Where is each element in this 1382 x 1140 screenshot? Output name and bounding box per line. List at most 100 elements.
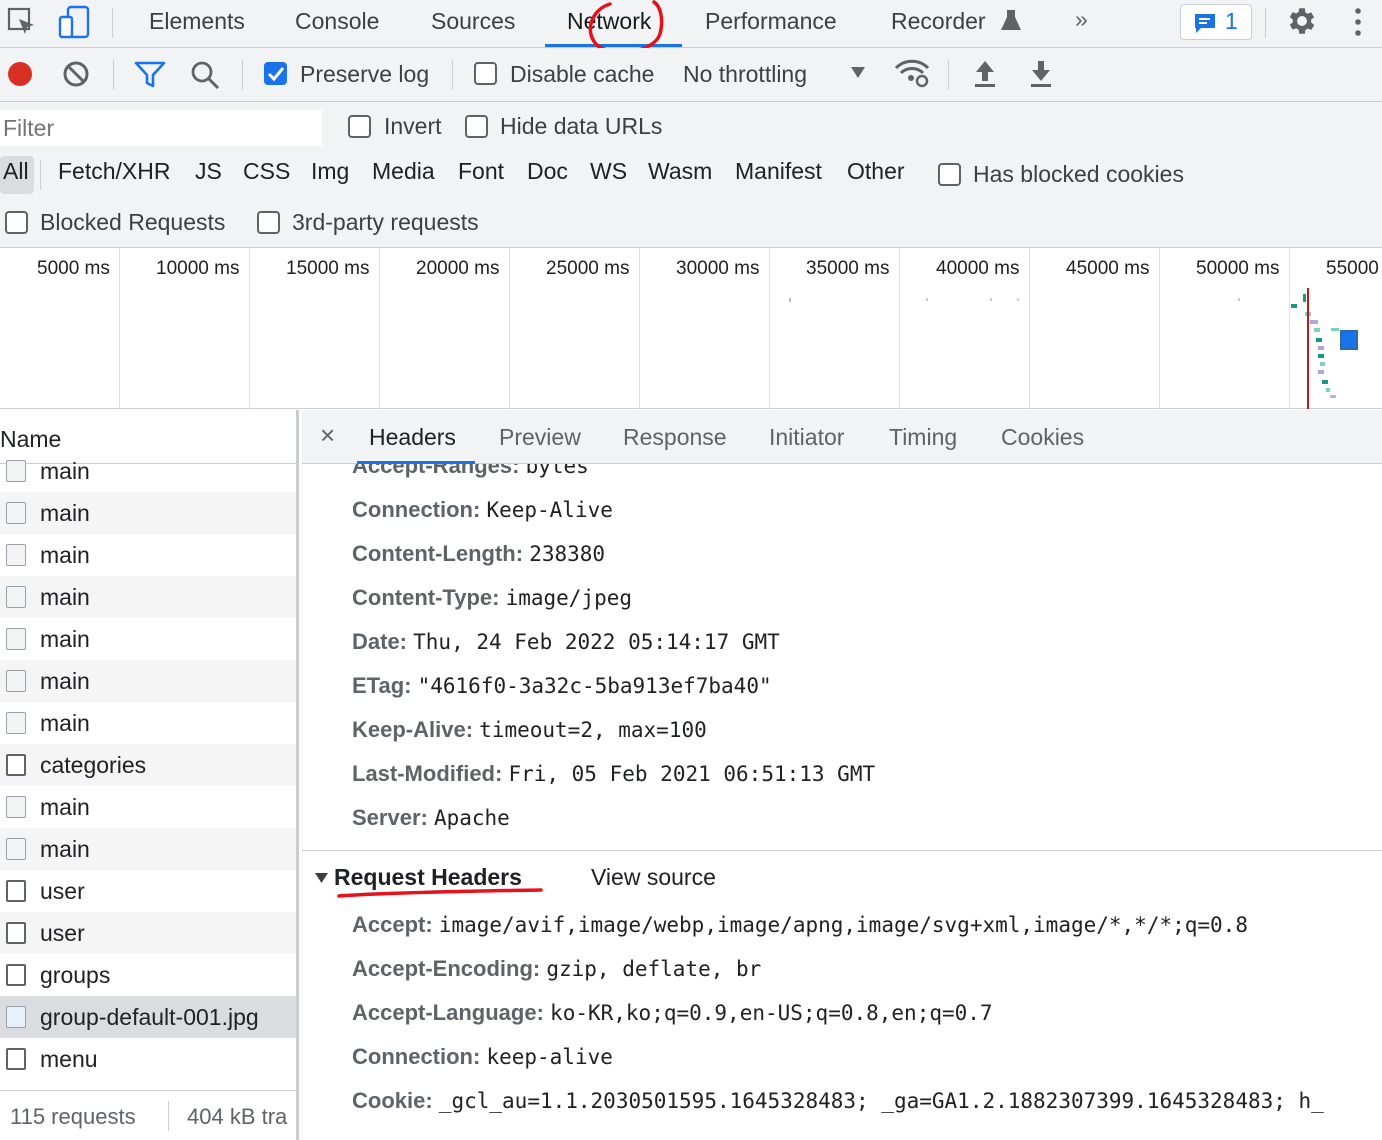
header-value: Keep-Alive bbox=[486, 498, 613, 522]
tab-headers[interactable]: Headers bbox=[369, 424, 456, 451]
tick-label: 25000 ms bbox=[546, 258, 630, 279]
has-blocked-cookies-checkbox[interactable] bbox=[938, 163, 961, 186]
has-blocked-cookies-label[interactable]: Has blocked cookies bbox=[973, 161, 1184, 188]
tab-elements[interactable]: Elements bbox=[149, 8, 245, 35]
more-options-icon[interactable] bbox=[1350, 6, 1366, 38]
request-row[interactable]: user bbox=[0, 870, 296, 912]
document-icon bbox=[6, 1048, 26, 1070]
third-party-checkbox[interactable] bbox=[257, 211, 280, 234]
issues-badge[interactable]: 1 bbox=[1180, 4, 1252, 40]
type-filter-manifest[interactable]: Manifest bbox=[735, 158, 822, 185]
more-tabs-icon[interactable]: » bbox=[1075, 6, 1088, 33]
tab-recorder[interactable]: Recorder bbox=[891, 8, 986, 35]
throttling-select[interactable]: No throttling bbox=[683, 61, 807, 88]
tab-timing[interactable]: Timing bbox=[889, 424, 957, 451]
waterfall-mark bbox=[1291, 304, 1297, 308]
name-column-label: Name bbox=[0, 426, 62, 452]
document-icon bbox=[6, 754, 26, 776]
invert-checkbox[interactable] bbox=[348, 115, 371, 138]
request-name: menu bbox=[40, 1046, 98, 1072]
headers-scroll-area[interactable]: Accept-Ranges: bytes Connection: Keep-Ali… bbox=[302, 464, 1382, 1140]
type-filter-js[interactable]: JS bbox=[195, 158, 222, 185]
filter-icon[interactable] bbox=[134, 60, 166, 90]
view-source-link[interactable]: View source bbox=[591, 864, 716, 891]
type-filter-img[interactable]: Img bbox=[311, 158, 349, 185]
request-row[interactable]: main bbox=[0, 660, 296, 702]
request-row[interactable]: main bbox=[0, 786, 296, 828]
waterfall-mark bbox=[1318, 346, 1324, 350]
request-row[interactable]: categories bbox=[0, 744, 296, 786]
type-filter-font[interactable]: Font bbox=[458, 158, 504, 185]
header-value: 238380 bbox=[529, 542, 606, 566]
search-icon[interactable] bbox=[190, 60, 222, 92]
expand-triangle-icon[interactable] bbox=[314, 871, 330, 885]
blocked-requests-checkbox[interactable] bbox=[5, 211, 28, 234]
section-divider bbox=[302, 850, 1382, 851]
type-filter-media[interactable]: Media bbox=[372, 158, 435, 185]
request-row[interactable]: main bbox=[0, 702, 296, 744]
waterfall-mark bbox=[1017, 298, 1019, 301]
header-line: Server: Apache bbox=[352, 805, 510, 831]
request-count: 115 requests bbox=[10, 1104, 136, 1129]
request-name: main bbox=[40, 458, 90, 484]
hide-data-urls-label[interactable]: Hide data URLs bbox=[500, 113, 662, 140]
disable-cache-label[interactable]: Disable cache bbox=[510, 61, 654, 88]
waterfall-mark bbox=[1318, 354, 1324, 358]
import-har-icon[interactable] bbox=[972, 58, 998, 90]
network-overview[interactable]: 5000 ms 10000 ms 15000 ms 20000 ms 25000… bbox=[0, 248, 1382, 409]
disable-cache-checkbox[interactable] bbox=[474, 62, 497, 85]
request-row[interactable]: main bbox=[0, 534, 296, 576]
tab-initiator[interactable]: Initiator bbox=[769, 424, 844, 451]
request-row[interactable]: main bbox=[0, 576, 296, 618]
request-row[interactable]: main bbox=[0, 828, 296, 870]
device-toolbar-icon[interactable] bbox=[58, 5, 92, 39]
record-button[interactable] bbox=[6, 60, 36, 90]
blocked-requests-label[interactable]: Blocked Requests bbox=[40, 209, 225, 236]
request-name: main bbox=[40, 710, 90, 736]
request-row[interactable]: main bbox=[0, 618, 296, 660]
type-filter-other[interactable]: Other bbox=[847, 158, 905, 185]
tab-console[interactable]: Console bbox=[295, 8, 379, 35]
request-row[interactable]: group-default-001.jpg bbox=[0, 996, 296, 1038]
type-filter-fetch-xhr[interactable]: Fetch/XHR bbox=[58, 158, 170, 185]
clear-icon[interactable] bbox=[62, 60, 92, 90]
tab-response[interactable]: Response bbox=[623, 424, 727, 451]
document-icon bbox=[6, 964, 26, 986]
settings-gear-icon[interactable] bbox=[1285, 4, 1319, 38]
header-name: Accept: bbox=[352, 912, 433, 937]
request-row[interactable]: main bbox=[0, 450, 296, 492]
filter-input[interactable] bbox=[0, 110, 322, 146]
request-row[interactable]: user bbox=[0, 912, 296, 954]
type-filter-css[interactable]: CSS bbox=[243, 158, 290, 185]
tab-sources[interactable]: Sources bbox=[431, 8, 515, 35]
request-row[interactable]: main bbox=[0, 492, 296, 534]
type-filter-doc[interactable]: Doc bbox=[527, 158, 568, 185]
network-conditions-icon[interactable] bbox=[893, 56, 931, 90]
flask-icon bbox=[1001, 10, 1021, 30]
header-line: Cookie: _gcl_au=1.1.2030501595.164532848… bbox=[352, 1088, 1324, 1114]
request-row[interactable]: groups bbox=[0, 954, 296, 996]
request-name: main bbox=[40, 668, 90, 694]
hide-data-urls-checkbox[interactable] bbox=[465, 115, 488, 138]
preserve-log-checkbox[interactable] bbox=[264, 62, 287, 85]
generic-file-icon bbox=[6, 670, 26, 692]
inspect-element-icon[interactable] bbox=[6, 6, 38, 38]
header-name: Content-Length: bbox=[352, 541, 524, 566]
tab-preview[interactable]: Preview bbox=[499, 424, 581, 451]
tab-cookies[interactable]: Cookies bbox=[1001, 424, 1084, 451]
invert-label[interactable]: Invert bbox=[384, 113, 442, 140]
export-har-icon[interactable] bbox=[1028, 58, 1054, 90]
header-line: Content-Length: 238380 bbox=[352, 541, 605, 567]
preserve-log-label[interactable]: Preserve log bbox=[300, 61, 429, 88]
type-filter-ws[interactable]: WS bbox=[590, 158, 627, 185]
tab-performance[interactable]: Performance bbox=[705, 8, 837, 35]
header-name: Content-Type: bbox=[352, 585, 500, 610]
third-party-label[interactable]: 3rd-party requests bbox=[292, 209, 479, 236]
header-value: image/jpeg bbox=[505, 586, 633, 610]
request-row[interactable]: menu bbox=[0, 1038, 296, 1080]
type-filter-wasm[interactable]: Wasm bbox=[648, 158, 712, 185]
type-filter-all[interactable]: All bbox=[3, 158, 29, 185]
request-name: main bbox=[40, 500, 90, 526]
dropdown-arrow-icon[interactable] bbox=[850, 66, 868, 80]
close-detail-icon[interactable]: × bbox=[320, 420, 335, 451]
